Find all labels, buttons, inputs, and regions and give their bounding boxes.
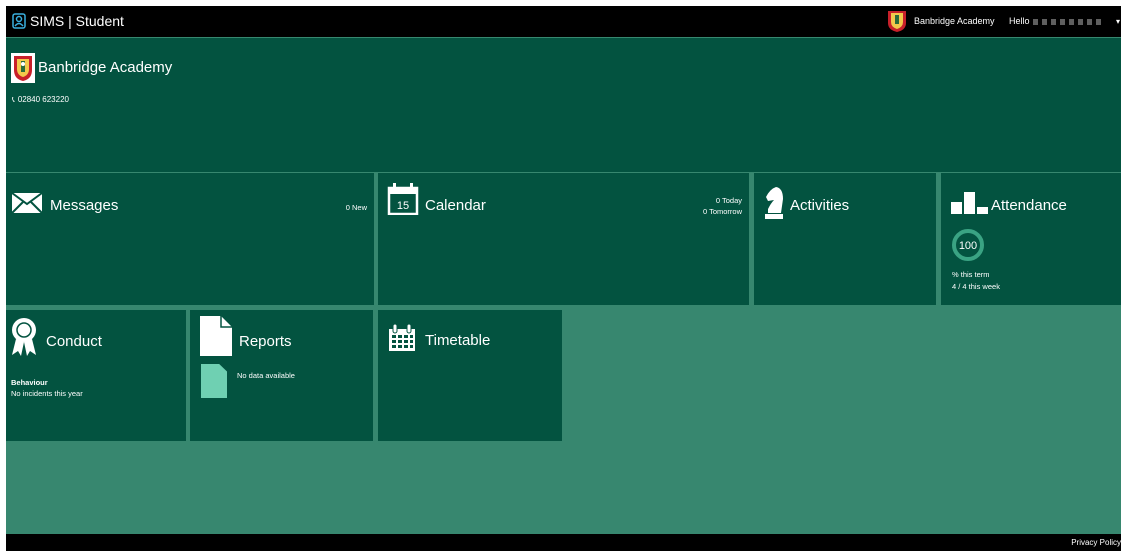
calendar-day-number: 15 [397, 200, 409, 212]
report-document-icon [201, 364, 227, 398]
school-banner: Banbridge Academy 📞︎ 02840 623220 [6, 38, 1121, 172]
behaviour-detail: No incidents this year [11, 389, 83, 398]
document-icon [200, 316, 232, 356]
calendar-icon: 15 [387, 183, 419, 215]
events-tomorrow: 0 Tomorrow [702, 207, 742, 216]
school-name: Banbridge Academy [38, 59, 173, 76]
app-title[interactable]: SIMS | Student [30, 13, 124, 29]
tile-title: Timetable [425, 332, 491, 349]
phone-icon: 📞︎ [12, 95, 15, 104]
tile-messages[interactable]: Messages 0 New [6, 173, 374, 305]
reports-empty-message: No data available [237, 371, 295, 380]
privacy-policy-link[interactable]: Privacy Policy [1071, 538, 1121, 547]
tile-activities[interactable]: Activities [754, 173, 936, 305]
footer: Privacy Policy [6, 534, 1121, 551]
school-switcher[interactable]: Banbridge Academy [914, 16, 995, 26]
tile-title: Calendar [425, 197, 486, 214]
tile-timetable[interactable]: Timetable [378, 310, 562, 441]
award-ribbon-icon [12, 318, 36, 356]
new-messages-count: 0 New [345, 203, 367, 212]
app-window: SIMS | Student Banbridge Academy Hello ▾… [6, 6, 1121, 551]
behaviour-heading: Behaviour [11, 378, 48, 387]
sims-logo-icon [12, 13, 26, 29]
events-today: 0 Today [715, 196, 742, 205]
tile-attendance[interactable]: Attendance 100 % this term 4 / 4 this we… [941, 173, 1121, 305]
attendance-term-label: % this term [952, 270, 990, 279]
tile-conduct[interactable]: Conduct Behaviour No incidents this year [6, 310, 186, 441]
school-phone[interactable]: 📞︎ 02840 623220 [12, 95, 69, 105]
tile-reports[interactable]: Reports No data available [190, 310, 373, 441]
phone-number: 02840 623220 [17, 95, 69, 104]
school-crest-icon[interactable] [886, 9, 908, 33]
school-crest-icon [11, 53, 35, 83]
attendance-gauge: 100 [952, 229, 984, 261]
tile-title: Activities [790, 197, 850, 214]
top-bar: SIMS | Student Banbridge Academy Hello ▾ [6, 6, 1121, 37]
user-greeting[interactable]: Hello [1009, 16, 1103, 26]
chess-knight-icon [765, 187, 783, 219]
tile-title: Attendance [991, 197, 1067, 214]
tile-title: Conduct [46, 333, 102, 350]
attendance-week-label: 4 / 4 this week [952, 282, 1000, 291]
timetable-calendar-icon [389, 324, 415, 351]
tile-title: Reports [239, 333, 292, 350]
tile-calendar[interactable]: 15 Calendar 0 Today 0 Tomorrow [378, 173, 749, 305]
greeting-text: Hello [1009, 16, 1030, 26]
tile-title: Messages [50, 197, 119, 214]
bar-chart-icon [951, 192, 988, 214]
chevron-down-icon[interactable]: ▾ [1116, 17, 1120, 26]
calendar-summary: 0 Today 0 Tomorrow [703, 195, 742, 217]
attendance-value: 100 [958, 240, 978, 252]
blurred-username [1032, 18, 1103, 25]
envelope-icon [11, 192, 43, 214]
